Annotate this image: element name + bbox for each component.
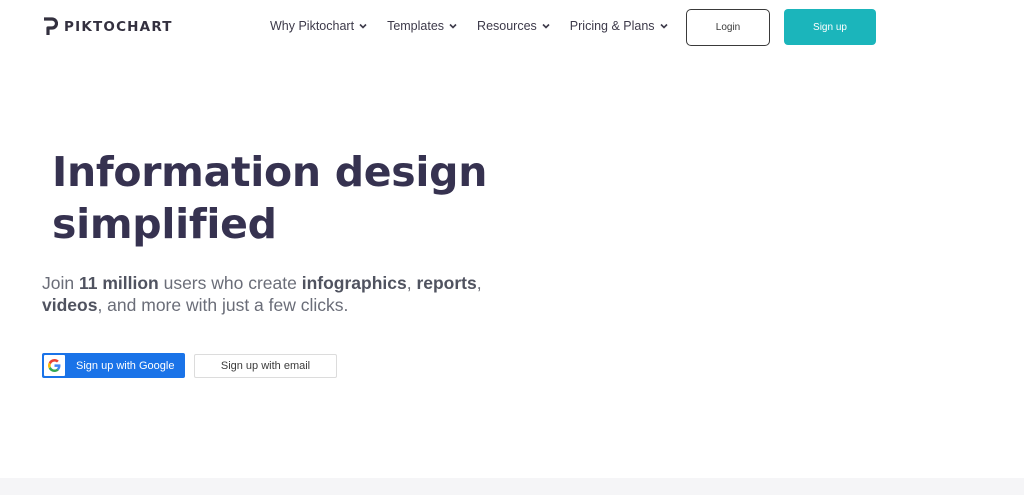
brand-name: PIKTOCHART bbox=[64, 19, 173, 35]
subtitle-highlight-videos: videos bbox=[42, 295, 98, 315]
piktochart-logo[interactable]: PIKTOCHART bbox=[42, 17, 173, 37]
main-nav: Why Piktochart Templates Resources Prici… bbox=[270, 19, 688, 33]
nav-item-why-piktochart[interactable]: Why Piktochart bbox=[270, 19, 368, 33]
subtitle-text: , bbox=[476, 273, 482, 293]
nav-item-label: Pricing & Plans bbox=[569, 19, 655, 33]
signup-button[interactable]: Sign up bbox=[784, 9, 876, 45]
nav-item-label: Why Piktochart bbox=[270, 19, 355, 33]
signup-email-button[interactable]: Sign up with email bbox=[194, 354, 337, 378]
hero-subtitle: Join 11 million users who create infogra… bbox=[42, 272, 512, 316]
chevron-down-icon bbox=[542, 23, 550, 29]
nav-item-templates[interactable]: Templates bbox=[387, 19, 458, 33]
nav-item-label: Templates bbox=[387, 19, 445, 33]
subtitle-text: Join bbox=[42, 273, 79, 293]
footer-band bbox=[0, 478, 1024, 495]
chevron-down-icon bbox=[659, 23, 668, 29]
nav-item-pricing-plans[interactable]: Pricing & Plans bbox=[570, 19, 669, 33]
piktochart-logo-icon bbox=[44, 17, 58, 35]
subtitle-text: users who create bbox=[158, 273, 302, 293]
login-button[interactable]: Login bbox=[686, 9, 770, 46]
subtitle-highlight-infographics: infographics bbox=[301, 273, 407, 293]
hero-title-line-1: Information design bbox=[52, 148, 488, 196]
hero-title: Information design simplified bbox=[52, 146, 572, 250]
chevron-down-icon bbox=[449, 23, 457, 29]
subtitle-text: , and more with just a few clicks. bbox=[97, 295, 349, 315]
google-icon bbox=[48, 359, 61, 372]
nav-item-resources[interactable]: Resources bbox=[477, 19, 551, 33]
nav-item-label: Resources bbox=[477, 19, 537, 33]
subtitle-highlight-reports: reports bbox=[416, 273, 477, 293]
site-header: PIKTOCHART Why Piktochart Templates Reso… bbox=[0, 0, 1024, 56]
chevron-down-icon bbox=[359, 23, 367, 29]
subtitle-text: , bbox=[406, 273, 417, 293]
google-icon-box bbox=[44, 355, 65, 376]
subtitle-highlight-users: 11 million bbox=[78, 273, 159, 293]
hero-title-line-2: simplified bbox=[52, 200, 277, 248]
google-button-label: Sign up with Google bbox=[76, 359, 175, 372]
signup-google-button[interactable]: Sign up with Google bbox=[42, 353, 185, 378]
